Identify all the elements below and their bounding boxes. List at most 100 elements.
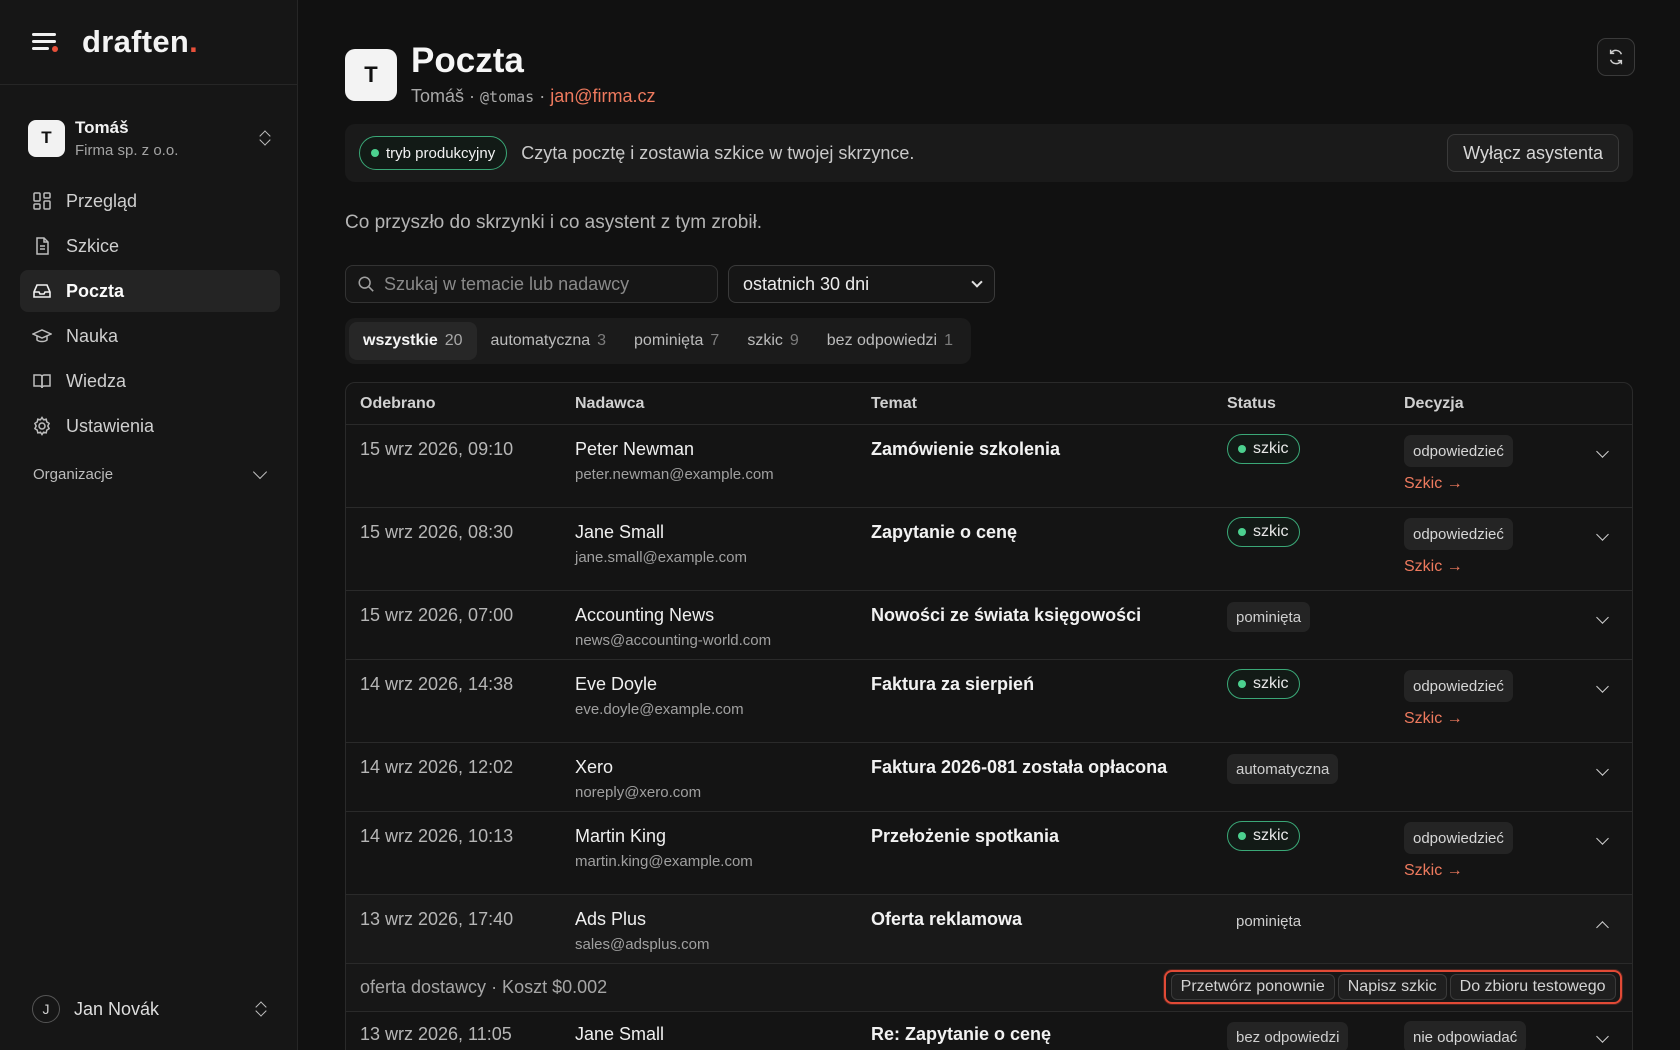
org-switcher[interactable]: T Tomáš Firma sp. z o.o.	[28, 112, 272, 164]
brand-bar: draften.	[0, 0, 297, 85]
sidebar: draften. T Tomáš Firma sp. z o.o. Przegl…	[0, 0, 298, 1050]
user-switcher[interactable]: J Jan Novák	[32, 992, 268, 1026]
decision-badge: nie odpowiadać	[1404, 1021, 1527, 1050]
logo[interactable]: draften.	[82, 24, 198, 60]
expand-row-button[interactable]	[1596, 763, 1609, 776]
menu-icon[interactable]	[32, 30, 60, 54]
status-dot-icon	[1238, 528, 1246, 536]
sidebar-nav: Przegląd Szkice Poczta Nauka Wiedza Usta…	[20, 180, 280, 450]
draft-link[interactable]: Szkic →	[1404, 862, 1463, 880]
status-badge: bez odpowiedzi	[1227, 1022, 1349, 1050]
sidebar-item-nauka[interactable]: Nauka	[20, 315, 280, 357]
expand-row-button[interactable]	[1596, 680, 1609, 693]
sidebar-item-ustawienia[interactable]: Ustawienia	[20, 405, 280, 447]
table-row[interactable]: 13 wrz 2026, 17:40 Ads Plus sales@adsplu…	[346, 895, 1632, 964]
status-badge: pominięta	[1227, 602, 1311, 632]
expand-row-button[interactable]	[1596, 832, 1609, 845]
mode-description: Czyta pocztę i zostawia szkice w twojej …	[521, 142, 915, 163]
filter-tab-pominieta[interactable]: pominięta 7	[620, 322, 733, 360]
sidebar-item-szkice[interactable]: Szkice	[20, 225, 280, 267]
header-email-link[interactable]: jan@firma.cz	[550, 86, 655, 106]
chevron-down-icon	[1596, 763, 1609, 776]
gear-icon	[32, 416, 52, 436]
chevron-down-icon	[1596, 1030, 1609, 1043]
org-avatar: T	[28, 119, 65, 157]
chevron-down-icon	[1596, 680, 1609, 693]
date-range-select[interactable]: ostatnich 30 dni	[728, 265, 995, 303]
chevron-updown-icon	[258, 129, 272, 147]
disable-assistant-button[interactable]: Wyłącz asystenta	[1447, 134, 1619, 172]
reprocess-button[interactable]: Przetwórz ponownie	[1170, 974, 1335, 1000]
org-user-name: Tomáš	[75, 117, 129, 137]
expand-row-button[interactable]	[1596, 611, 1609, 624]
user-name: Jan Novák	[74, 998, 160, 1019]
sidebar-item-przeglad[interactable]: Przegląd	[20, 180, 280, 222]
status-dot-icon	[1238, 832, 1246, 840]
add-to-test-set-button[interactable]: Do zbioru testowego	[1449, 974, 1616, 1000]
page-subtitle: Tomáš · @tomas · jan@firma.cz	[411, 86, 656, 106]
table-row[interactable]: 14 wrz 2026, 14:38 Eve Doyle eve.doyle@e…	[346, 660, 1632, 743]
page-header: T Poczta Tomáš · @tomas · jan@firma.cz	[345, 42, 656, 107]
table-header: Odebrano Nadawca Temat Status Decyzja	[346, 383, 1632, 425]
organizations-section[interactable]: Organizacje	[33, 464, 268, 483]
write-draft-button[interactable]: Napisz szkic	[1337, 974, 1447, 1000]
column-header-subject[interactable]: Temat	[871, 395, 917, 413]
row-actions: Przetwórz ponownie Napisz szkic Do zbior…	[1164, 970, 1622, 1004]
org-company: Firma sp. z o.o.	[75, 141, 179, 159]
filter-tab-bez-odpowiedzi[interactable]: bez odpowiedzi 1	[813, 322, 967, 360]
status-dot-icon	[371, 149, 379, 157]
row-detail: oferta dostawcy · Koszt $0.002 Przetwórz…	[346, 964, 1632, 1012]
chevron-down-icon	[1596, 611, 1609, 624]
filter-tab-wszystkie[interactable]: wszystkie 20	[349, 322, 477, 360]
status-badge: szkic	[1227, 821, 1300, 851]
chevron-down-icon	[252, 464, 268, 480]
status-filter-tabs: wszystkie 20 automatyczna 3 pominięta 7 szk…	[345, 318, 971, 364]
decision-badge: odpowiedzieć	[1404, 518, 1513, 550]
draft-link[interactable]: Szkic →	[1404, 558, 1463, 576]
table-row[interactable]: 15 wrz 2026, 09:10 Peter Newman peter.ne…	[346, 425, 1632, 508]
decision-badge: odpowiedzieć	[1404, 822, 1513, 854]
user-avatar: J	[32, 995, 60, 1023]
status-dot-icon	[1238, 680, 1246, 688]
page-title: Poczta	[411, 41, 524, 80]
draft-link[interactable]: Szkic →	[1404, 710, 1463, 728]
table-row[interactable]: 15 wrz 2026, 08:30 Jane Small jane.small…	[346, 508, 1632, 591]
status-badge: automatyczna	[1227, 754, 1339, 784]
expand-row-button[interactable]	[1596, 445, 1609, 458]
chevron-down-icon	[1596, 832, 1609, 845]
table-row[interactable]: 15 wrz 2026, 07:00 Accounting News news@…	[346, 591, 1632, 660]
column-header-decision[interactable]: Decyzja	[1404, 395, 1464, 413]
filter-tab-szkic[interactable]: szkic 9	[733, 322, 812, 360]
table-row[interactable]: 14 wrz 2026, 12:02 Xero noreply@xero.com…	[346, 743, 1632, 812]
column-header-sender[interactable]: Nadawca	[575, 395, 644, 413]
dashboard-icon	[32, 191, 52, 211]
status-badge: pominięta	[1236, 912, 1302, 930]
row-detail-text: oferta dostawcy · Koszt $0.002	[360, 977, 608, 997]
column-header-received[interactable]: Odebrano	[360, 395, 436, 413]
book-icon	[32, 371, 52, 391]
collapse-row-button[interactable]	[1596, 917, 1609, 934]
status-badge: szkic	[1227, 517, 1300, 547]
column-header-status[interactable]: Status	[1227, 395, 1276, 413]
decision-badge: odpowiedzieć	[1404, 435, 1513, 467]
status-badge: szkic	[1227, 669, 1300, 699]
table-row[interactable]: 14 wrz 2026, 10:13 Martin King martin.ki…	[346, 812, 1632, 895]
mode-banner: tryb produkcyjny Czyta pocztę i zostawia…	[345, 124, 1633, 182]
assistant-avatar: T	[345, 48, 397, 101]
sidebar-item-poczta[interactable]: Poczta	[20, 270, 280, 312]
graduation-cap-icon	[32, 326, 52, 346]
search-input[interactable]	[384, 273, 704, 295]
chevron-down-icon	[971, 276, 983, 288]
chevron-down-icon	[1596, 528, 1609, 541]
filter-tab-automatyczna[interactable]: automatyczna 3	[477, 322, 621, 360]
table-row[interactable]: 13 wrz 2026, 11:05 Jane Small Re: Zapyta…	[346, 1012, 1632, 1050]
sidebar-item-wiedza[interactable]: Wiedza	[20, 360, 280, 402]
inbox-icon	[32, 281, 52, 301]
document-icon	[32, 236, 52, 256]
refresh-button[interactable]	[1597, 38, 1635, 76]
expand-row-button[interactable]	[1596, 1030, 1609, 1043]
search-box	[345, 265, 718, 303]
draft-link[interactable]: Szkic →	[1404, 475, 1463, 493]
expand-row-button[interactable]	[1596, 528, 1609, 541]
page-description: Co przyszło do skrzynki i co asystent z …	[345, 212, 763, 233]
